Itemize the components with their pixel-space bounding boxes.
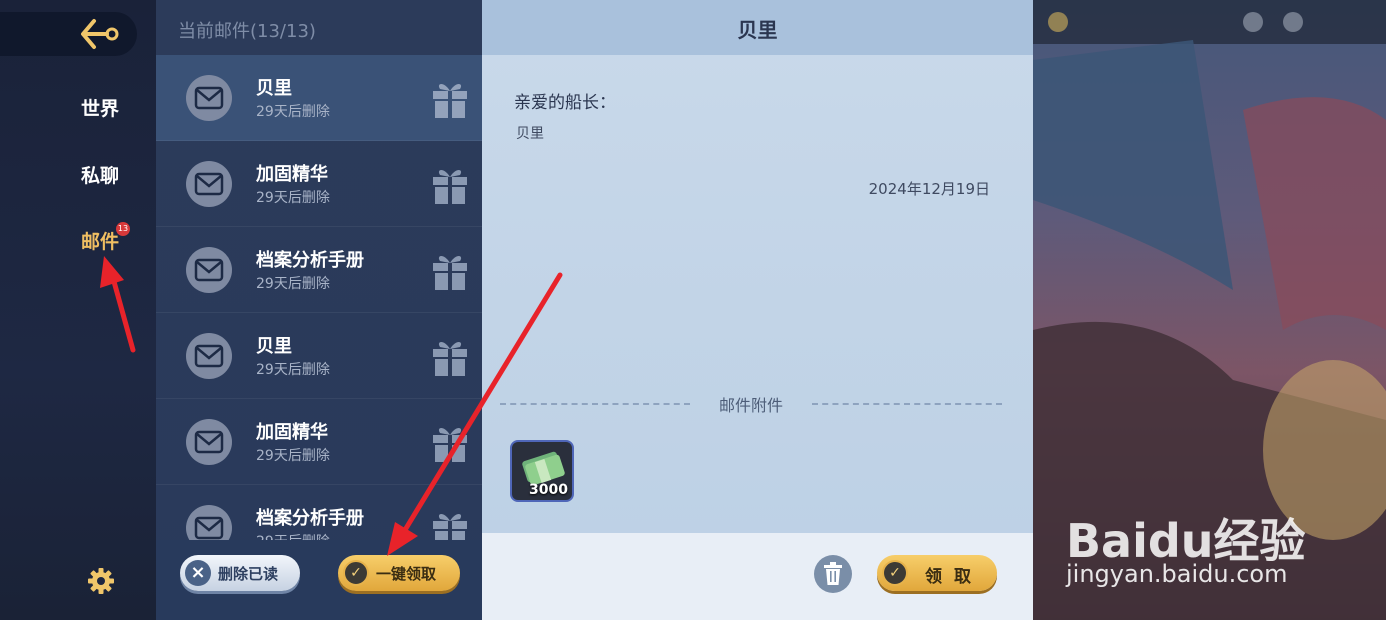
check-icon: ✓ [343, 560, 369, 586]
mail-list-item[interactable]: 贝里 29天后删除 [156, 55, 482, 141]
mail-item-expiry: 29天后删除 [256, 190, 330, 206]
attachment-label: 邮件附件 [718, 396, 783, 415]
envelope-icon [186, 161, 232, 207]
mail-date: 2024年12月19日 [868, 180, 990, 198]
mail-list-item[interactable]: 档案分析手册 29天后删除 [156, 227, 482, 313]
mail-detail-footer: ✓ 领取 [482, 533, 1033, 620]
attachment-item[interactable]: 3000 [510, 440, 574, 502]
mail-list-footer: × 删除已读 ✓ 一键领取 [156, 540, 482, 620]
mail-item-expiry: 29天后删除 [256, 362, 330, 378]
mail-list[interactable]: 贝里 29天后删除 加固精华 29天后删除 档案分析手册 29天后删除 贝里 2… [156, 55, 482, 540]
mail-item-title: 加固精华 [256, 164, 328, 185]
check-icon: ✓ [882, 560, 908, 586]
mail-count-header: 当前邮件(13/13) [178, 21, 316, 42]
claim-label: 领取 [925, 567, 983, 587]
mail-item-expiry: 29天后删除 [256, 448, 330, 464]
envelope-icon [186, 333, 232, 379]
envelope-icon [186, 419, 232, 465]
mail-list-item[interactable]: 加固精华 29天后删除 [156, 141, 482, 227]
claim-button[interactable]: ✓ 领取 [877, 555, 997, 591]
mail-item-title: 贝里 [256, 78, 292, 99]
mail-detail-panel: 贝里 亲爱的船长： 贝里 2024年12月19日 邮件附件 3000 ✓ 领取 [482, 0, 1033, 620]
nav-item-world[interactable]: 世界 [0, 94, 156, 121]
mail-greeting: 亲爱的船长： [514, 93, 616, 113]
mail-list-panel: 当前邮件(13/13) 贝里 29天后删除 加固精华 29天后删除 档案分析手册… [156, 0, 482, 620]
trash-icon [824, 562, 842, 585]
mail-detail-title: 贝里 [737, 18, 778, 42]
mail-item-title: 档案分析手册 [256, 508, 364, 529]
baidu-watermark-url: jingyan.baidu.com [1066, 560, 1288, 588]
attachment-quantity: 3000 [529, 482, 568, 498]
gift-icon [433, 84, 467, 118]
mail-item-title: 档案分析手册 [256, 250, 364, 271]
nav-item-private-chat[interactable]: 私聊 [0, 161, 156, 188]
gift-icon [433, 514, 467, 540]
mail-item-expiry: 29天后删除 [256, 276, 330, 292]
mail-unread-badge: 13 [116, 222, 130, 236]
mail-item-title: 加固精华 [256, 422, 328, 443]
mail-detail-header: 贝里 [482, 0, 1033, 55]
cash-bundle-icon [522, 451, 565, 486]
mail-item-expiry: 29天后删除 [256, 104, 330, 120]
delete-read-label: 删除已读 [218, 565, 279, 583]
envelope-icon [186, 247, 232, 293]
close-icon: × [185, 560, 211, 586]
mail-item-title: 贝里 [256, 336, 292, 357]
envelope-icon [186, 505, 232, 540]
gear-icon[interactable] [86, 566, 116, 596]
claim-all-label: 一键领取 [376, 565, 437, 583]
back-button[interactable] [0, 12, 137, 56]
mail-item-expiry: 29天后删除 [256, 531, 330, 540]
envelope-icon [186, 75, 232, 121]
nav-item-mail[interactable]: 邮件 [0, 227, 156, 254]
attachment-divider: 邮件附件 [500, 392, 1002, 415]
gift-icon [433, 342, 467, 376]
gift-icon [433, 170, 467, 204]
claim-all-button[interactable]: ✓ 一键领取 [338, 555, 460, 591]
mail-list-item[interactable]: 贝里 29天后删除 [156, 313, 482, 399]
mail-body: 贝里 [516, 126, 544, 142]
back-arrow-icon [81, 19, 119, 49]
gift-icon [433, 256, 467, 290]
mail-list-item[interactable]: 档案分析手册 29天后删除 [156, 485, 482, 540]
delete-mail-button[interactable] [814, 555, 852, 593]
mail-list-item[interactable]: 加固精华 29天后删除 [156, 399, 482, 485]
delete-read-button[interactable]: × 删除已读 [180, 555, 300, 591]
gift-icon [433, 428, 467, 462]
side-nav: 世界 私聊 邮件 13 [0, 0, 156, 620]
